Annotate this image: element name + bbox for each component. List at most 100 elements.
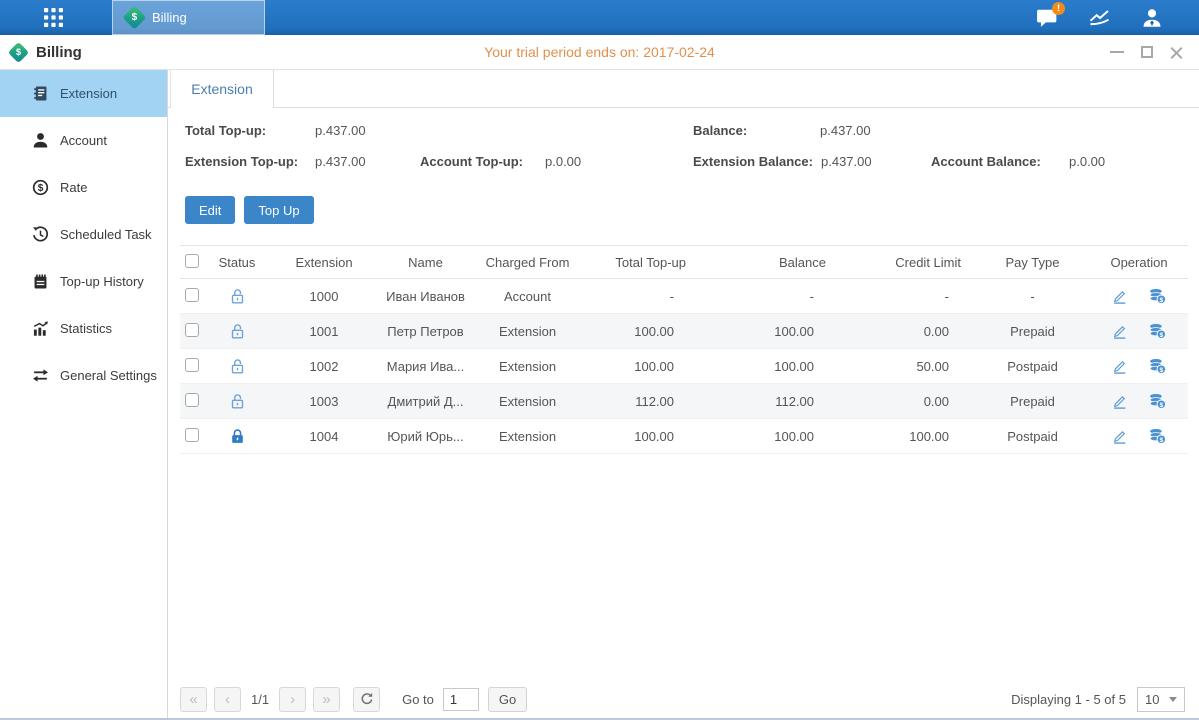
total-topup: 112.00 xyxy=(582,384,700,419)
sidebar-item-scheduled-task[interactable]: Scheduled Task xyxy=(0,211,167,258)
sidebar-item-statistics[interactable]: Statistics xyxy=(0,305,167,352)
account-balance-label: Account Balance: xyxy=(931,154,1069,169)
refresh-button[interactable] xyxy=(353,687,380,712)
sidebar-item-rate[interactable]: Rate xyxy=(0,164,167,211)
balance-value: p.437.00 xyxy=(820,123,871,138)
extension-name: Иван Иванов xyxy=(378,279,473,314)
tab-bar: Extension xyxy=(168,70,1199,108)
sidebar-item-topup-history[interactable]: Top-up History xyxy=(0,258,167,305)
sidebar-item-label: Scheduled Task xyxy=(60,227,152,242)
column-header-balance: Balance xyxy=(700,246,840,279)
column-header-extension: Extension xyxy=(270,246,378,279)
extension-balance-value: p.437.00 xyxy=(821,154,931,169)
billing-app-icon: $ xyxy=(122,5,146,29)
page-size-select[interactable]: 10 xyxy=(1137,687,1185,712)
edit-icon[interactable] xyxy=(1111,358,1128,375)
balance: - xyxy=(700,279,840,314)
select-all-checkbox[interactable] xyxy=(185,254,199,268)
displaying-text: Displaying 1 - 5 of 5 xyxy=(1011,692,1126,707)
taskbar-tab-label: Billing xyxy=(152,10,187,25)
pay-type: Postpaid xyxy=(975,419,1090,454)
credit-limit: - xyxy=(840,279,975,314)
sidebar-item-general-settings[interactable]: General Settings xyxy=(0,352,167,399)
sidebar-item-extension[interactable]: Extension xyxy=(0,70,167,117)
maximize-icon[interactable] xyxy=(1141,46,1153,58)
user-icon xyxy=(1141,8,1163,28)
row-checkbox[interactable] xyxy=(185,323,199,337)
pay-type: Postpaid xyxy=(975,349,1090,384)
total-topup-value: p.437.00 xyxy=(315,123,366,138)
topup-coins-icon[interactable] xyxy=(1148,322,1167,340)
close-icon[interactable] xyxy=(1170,46,1183,59)
next-page-button[interactable]: › xyxy=(279,687,306,712)
clock-icon xyxy=(32,226,49,243)
user-menu-button[interactable] xyxy=(1141,8,1163,28)
charged-from: Account xyxy=(473,279,582,314)
extension-number: 1001 xyxy=(270,314,378,349)
column-header-operation: Operation xyxy=(1090,246,1188,279)
billing-window-icon: $ xyxy=(8,41,29,62)
account-balance-value: p.0.00 xyxy=(1069,154,1105,169)
statistics-button[interactable] xyxy=(1088,9,1111,27)
topup-coins-icon[interactable] xyxy=(1148,287,1167,305)
unlocked-icon xyxy=(229,358,246,375)
refresh-icon xyxy=(360,692,374,706)
transfer-arrows-icon xyxy=(32,367,49,384)
sidebar-item-label: Rate xyxy=(60,180,87,195)
table-row: 1000 Иван Иванов Account - - - - xyxy=(180,279,1188,314)
total-topup: 100.00 xyxy=(582,349,700,384)
person-icon xyxy=(32,132,49,149)
extension-name: Петр Петров xyxy=(378,314,473,349)
dollar-circle-icon xyxy=(32,179,49,196)
sidebar-item-label: Statistics xyxy=(60,321,112,336)
row-checkbox[interactable] xyxy=(185,358,199,372)
prev-page-button[interactable]: ‹ xyxy=(214,687,241,712)
edit-icon[interactable] xyxy=(1111,323,1128,340)
page-indicator: 1/1 xyxy=(251,692,269,707)
table-header-row: Status Extension Name Charged From Total… xyxy=(180,246,1188,279)
credit-limit: 0.00 xyxy=(840,384,975,419)
balance: 100.00 xyxy=(700,314,840,349)
row-checkbox[interactable] xyxy=(185,428,199,442)
line-chart-icon xyxy=(1088,9,1111,27)
account-topup-label: Account Top-up: xyxy=(420,154,545,169)
goto-page-input[interactable] xyxy=(443,688,479,711)
minimize-icon[interactable] xyxy=(1110,51,1124,53)
page-size-value: 10 xyxy=(1145,692,1159,707)
app-launcher-button[interactable] xyxy=(30,0,76,35)
extension-name: Мария Ива... xyxy=(378,349,473,384)
row-checkbox[interactable] xyxy=(185,288,199,302)
unlocked-icon xyxy=(229,288,246,305)
extension-topup-value: p.437.00 xyxy=(315,154,420,169)
topup-coins-icon[interactable] xyxy=(1148,427,1167,445)
unlocked-icon xyxy=(229,323,246,340)
sidebar-item-label: Account xyxy=(60,133,107,148)
credit-limit: 50.00 xyxy=(840,349,975,384)
topup-coins-icon[interactable] xyxy=(1148,357,1167,375)
edit-icon[interactable] xyxy=(1111,393,1128,410)
balance: 100.00 xyxy=(700,419,840,454)
sidebar: Extension Account Rate Scheduled Task To… xyxy=(0,70,168,720)
extension-number: 1004 xyxy=(270,419,378,454)
sidebar-item-account[interactable]: Account xyxy=(0,117,167,164)
column-header-name: Name xyxy=(378,246,473,279)
taskbar-billing-tab[interactable]: $ Billing xyxy=(112,0,265,35)
top-up-button[interactable]: Top Up xyxy=(244,196,313,224)
messages-button[interactable]: ! xyxy=(1036,8,1058,28)
extension-name: Дмитрий Д... xyxy=(378,384,473,419)
taskbar: $ Billing ! xyxy=(0,0,1199,35)
edit-button[interactable]: Edit xyxy=(185,196,235,224)
go-button[interactable]: Go xyxy=(488,687,527,712)
edit-icon[interactable] xyxy=(1111,288,1128,305)
tab-extension[interactable]: Extension xyxy=(170,70,274,108)
topup-coins-icon[interactable] xyxy=(1148,392,1167,410)
locked-icon xyxy=(229,428,246,445)
edit-icon[interactable] xyxy=(1111,428,1128,445)
balance: 100.00 xyxy=(700,349,840,384)
total-topup: 100.00 xyxy=(582,419,700,454)
last-page-button[interactable]: » xyxy=(313,687,340,712)
notepad-icon xyxy=(32,273,49,290)
row-checkbox[interactable] xyxy=(185,393,199,407)
first-page-button[interactable]: « xyxy=(180,687,207,712)
main-content: Extension Total Top-up: p.437.00 Extensi… xyxy=(168,70,1199,720)
